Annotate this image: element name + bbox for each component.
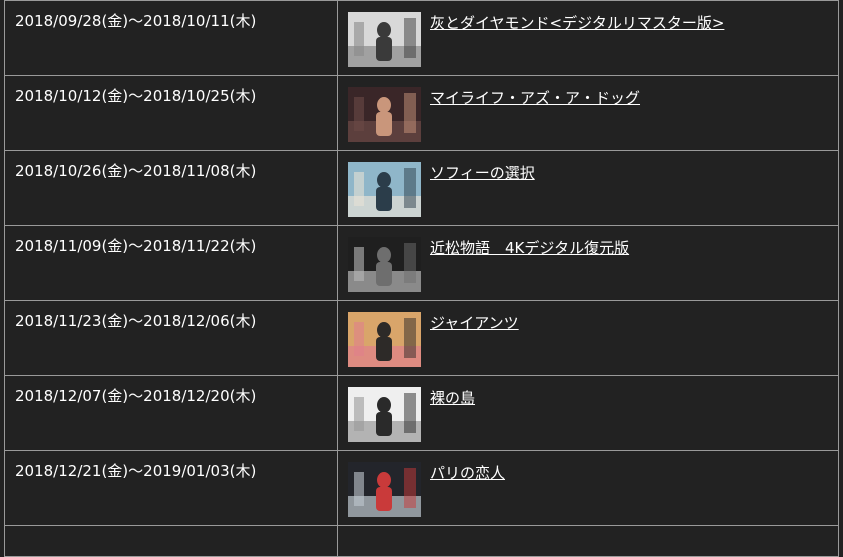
film-cell: パリの恋人 <box>337 450 839 526</box>
film-entry: ソフィーの選択 <box>348 162 838 217</box>
film-title-link[interactable]: ソフィーの選択 <box>430 164 535 182</box>
screening-period: 2018/12/07(金)～2018/12/20(木) <box>4 375 338 451</box>
film-still-thumbnail[interactable] <box>348 87 421 142</box>
film-title-link[interactable]: 灰とダイヤモンド<デジタルリマスター版> <box>430 14 724 32</box>
screening-period: 2018/11/23(金)～2018/12/06(木) <box>4 300 338 376</box>
table-row: 2018/10/26(金)～2018/11/08(木) ソフィーの選択 <box>4 150 839 226</box>
film-cell: ソフィーの選択 <box>337 150 839 226</box>
screening-period: 2018/10/12(金)～2018/10/25(木) <box>4 75 338 151</box>
film-still-thumbnail[interactable] <box>348 312 421 367</box>
screening-period: 2018/09/28(金)～2018/10/11(木) <box>4 0 338 76</box>
film-entry: 近松物語 4Kデジタル復元版 <box>348 237 838 292</box>
film-cell: 灰とダイヤモンド<デジタルリマスター版> <box>337 0 839 76</box>
film-entry: パリの恋人 <box>348 462 838 517</box>
table-row: 2018/11/23(金)～2018/12/06(木) ジャイアンツ <box>4 300 839 376</box>
screening-schedule-table: 2018/09/28(金)～2018/10/11(木) 灰とダイヤモンド<デジタル… <box>4 0 839 557</box>
film-still-thumbnail[interactable] <box>348 387 421 442</box>
film-cell: マイライフ・アズ・ア・ドッグ <box>337 75 839 151</box>
table-row: 2018/09/28(金)～2018/10/11(木) 灰とダイヤモンド<デジタル… <box>4 0 839 76</box>
film-still-thumbnail[interactable] <box>348 12 421 67</box>
film-entry: 灰とダイヤモンド<デジタルリマスター版> <box>348 12 838 67</box>
screening-period: 2018/10/26(金)～2018/11/08(木) <box>4 150 338 226</box>
film-entry: ジャイアンツ <box>348 312 838 367</box>
film-cell: ジャイアンツ <box>337 300 839 376</box>
film-title-link[interactable]: 近松物語 4Kデジタル復元版 <box>430 239 629 257</box>
empty-cell <box>4 525 338 557</box>
table-row: 2018/12/07(金)～2018/12/20(木) 裸の島 <box>4 375 839 451</box>
empty-cell <box>337 525 839 557</box>
screening-period: 2018/11/09(金)～2018/11/22(木) <box>4 225 338 301</box>
film-still-thumbnail[interactable] <box>348 162 421 217</box>
table-row: 2018/10/12(金)～2018/10/25(木) マイライフ・アズ・ア・ドッ… <box>4 75 839 151</box>
film-title-link[interactable]: パリの恋人 <box>430 464 505 482</box>
film-still-thumbnail[interactable] <box>348 237 421 292</box>
film-cell: 近松物語 4Kデジタル復元版 <box>337 225 839 301</box>
screening-period: 2018/12/21(金)～2019/01/03(木) <box>4 450 338 526</box>
film-entry: 裸の島 <box>348 387 838 442</box>
film-title-link[interactable]: ジャイアンツ <box>430 314 519 332</box>
table-row <box>4 525 839 557</box>
table-row: 2018/12/21(金)～2019/01/03(木) パリの恋人 <box>4 450 839 526</box>
film-title-link[interactable]: マイライフ・アズ・ア・ドッグ <box>430 89 640 107</box>
film-still-thumbnail[interactable] <box>348 462 421 517</box>
film-title-link[interactable]: 裸の島 <box>430 389 475 407</box>
table-row: 2018/11/09(金)～2018/11/22(木) 近松物語 4Kデジタル復元… <box>4 225 839 301</box>
film-entry: マイライフ・アズ・ア・ドッグ <box>348 87 838 142</box>
film-cell: 裸の島 <box>337 375 839 451</box>
